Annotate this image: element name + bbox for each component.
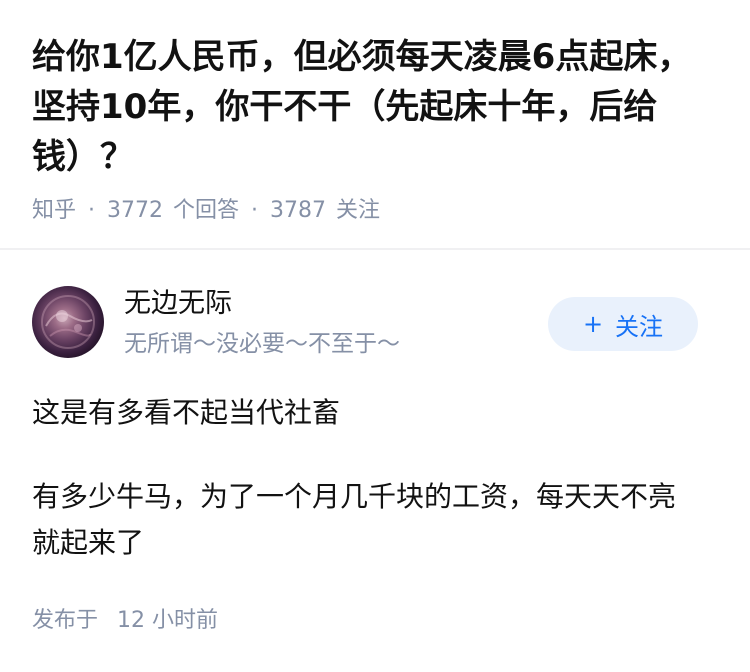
source-label: 知乎 <box>32 198 77 223</box>
follow-count-label: 关注 <box>336 198 381 223</box>
answer-paragraph: 有多少牛马，为了一个月几千块的工资，每天天不亮就起来了 <box>32 480 677 559</box>
answer-paragraph: 这是有多看不起当代社畜 <box>32 396 341 429</box>
published-time: 12 小时前 <box>117 608 219 633</box>
meta-separator: · <box>251 198 259 223</box>
follow-button[interactable]: + 关注 <box>548 297 698 351</box>
question-meta: 知乎 · 3772 个回答 · 3787 关注 <box>32 196 380 226</box>
question-header: 给你1亿人民币，但必须每天凌晨6点起床，坚持10年，你干不干（先起床十年，后给钱… <box>0 0 750 250</box>
answer-count: 3772 <box>107 198 164 223</box>
answer-count-label[interactable]: 个回答 <box>173 196 239 226</box>
follow-button-label: 关注 <box>615 312 664 341</box>
meta-separator: · <box>88 198 96 223</box>
answer-published: 发布于 12 小时前 <box>32 606 218 636</box>
avatar[interactable] <box>32 286 104 358</box>
published-label: 发布于 <box>32 608 99 633</box>
avatar-image <box>41 295 95 349</box>
question-title[interactable]: 给你1亿人民币，但必须每天凌晨6点起床，坚持10年，你干不干（先起床十年，后给钱… <box>32 32 712 182</box>
follow-count: 3787 <box>270 198 327 223</box>
author-bio: 无所谓～没必要～不至于～ <box>124 331 400 357</box>
author-name[interactable]: 无边无际 <box>124 286 232 322</box>
plus-icon: + <box>582 310 604 338</box>
